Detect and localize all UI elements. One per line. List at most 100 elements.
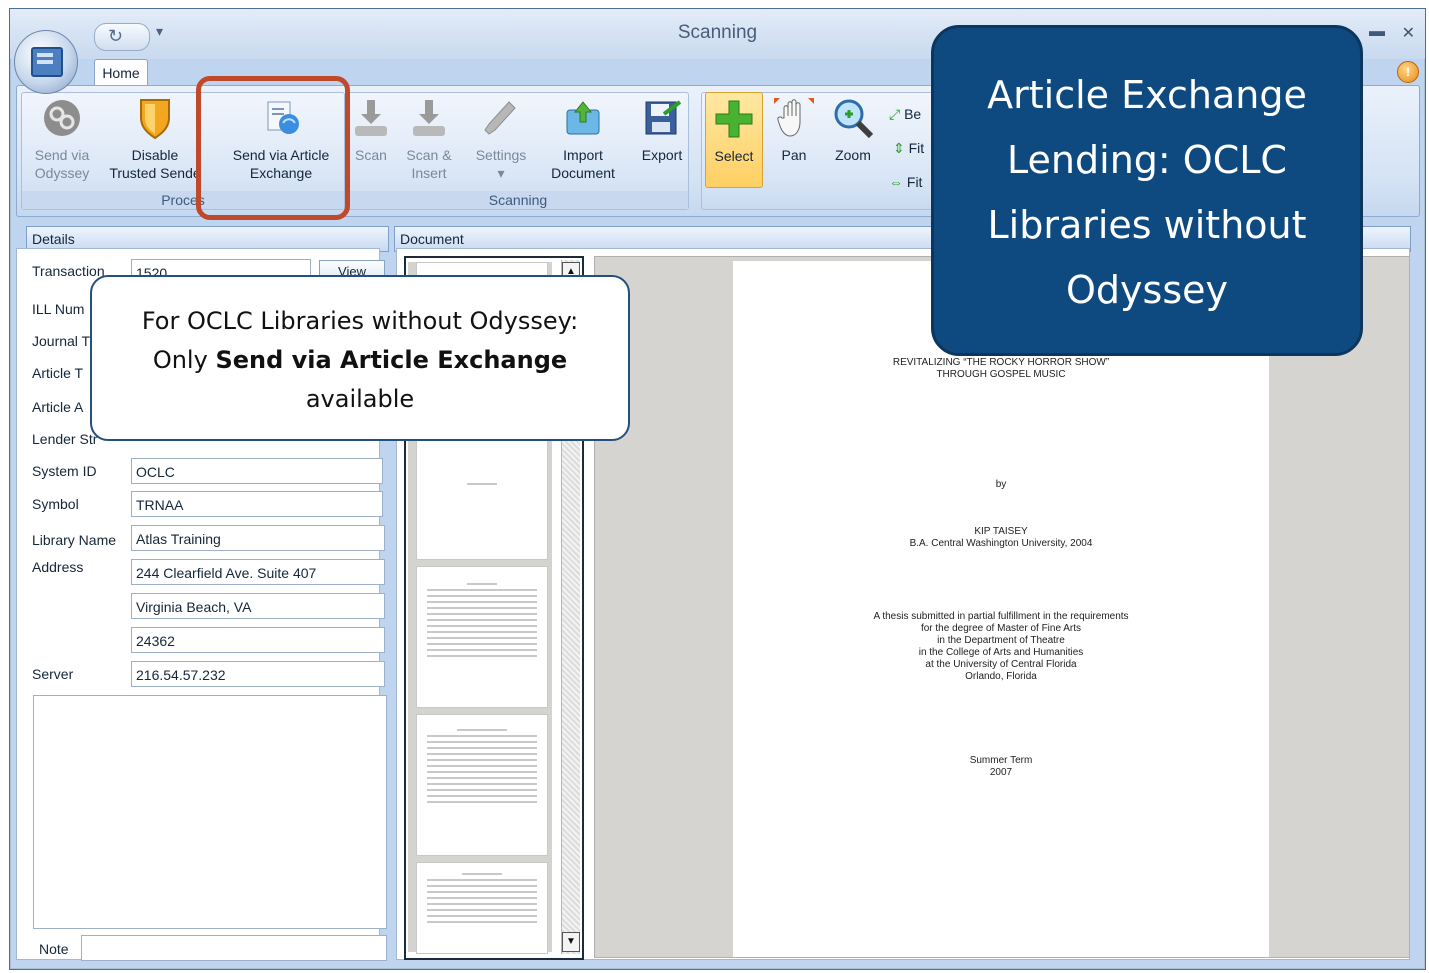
settings-label: Settings	[475, 147, 527, 163]
oclc-note-callout: For OCLC Libraries without Odyssey: Only…	[90, 275, 630, 441]
scan-insert-label-1: Scan &	[406, 147, 452, 163]
settings-button[interactable]: Settings ▾	[469, 96, 533, 182]
tab-home[interactable]: Home	[94, 59, 148, 86]
article-exchange-title-callout: Article Exchange Lending: OCLC Libraries…	[931, 25, 1363, 356]
lender-string-label: Lender Str	[32, 431, 98, 447]
document-page: REVITALIZING “THE ROCKY HORROR SHOW” THR…	[733, 261, 1269, 957]
scan-icon	[355, 100, 387, 136]
server-field[interactable]: 216.54.57.232	[131, 661, 385, 687]
scan-insert-button[interactable]: Scan & Insert	[399, 96, 459, 182]
odyssey-icon	[44, 100, 80, 136]
page-thumbnail[interactable]	[416, 422, 548, 560]
fit-height-label: Fit	[908, 140, 925, 156]
callout-right-line3: Libraries without	[987, 203, 1307, 247]
select-button[interactable]: Select	[705, 92, 763, 188]
page-term: Summer Term	[969, 755, 1033, 766]
best-fit-label: Be	[904, 106, 922, 122]
import-label-1: Import	[563, 147, 603, 163]
page-thumbnail[interactable]	[416, 862, 548, 954]
select-label: Select	[714, 148, 754, 164]
page-thesis-line6: Orlando, Florida	[965, 671, 1037, 682]
page-title-line1: REVITALIZING “THE ROCKY HORROR SHOW”	[892, 357, 1110, 368]
address-label: Address	[32, 559, 84, 575]
import-label-2: Document	[551, 165, 615, 181]
page-year: 2007	[989, 767, 1013, 778]
fit-width-icon: ⇔	[889, 174, 903, 190]
page-thumbnail[interactable]	[416, 714, 548, 856]
send-via-odyssey-label-2: Odyssey	[34, 165, 90, 181]
ill-number-label: ILL Num	[32, 301, 85, 317]
library-name-label: Library Name	[32, 532, 117, 548]
note-label: Note	[39, 941, 69, 957]
plus-icon	[715, 100, 753, 138]
article-author-label: Article A	[32, 399, 84, 415]
disable-trusted-label-1: Disable	[131, 147, 179, 163]
page-thesis-line5: at the University of Central Florida	[925, 659, 1077, 670]
article-title-label: Article T	[32, 365, 84, 381]
symbol-field[interactable]: TRNAA	[131, 491, 383, 517]
address-line3-field[interactable]: 24362	[131, 627, 385, 653]
page-author: KIP TAISEY	[974, 526, 1028, 537]
disable-trusted-sender-button[interactable]: Disable Trusted Sende	[103, 96, 207, 182]
export-label: Export	[641, 147, 683, 163]
page-thesis-line1: A thesis submitted in partial fulfillmen…	[873, 611, 1129, 622]
pan-button[interactable]: Pan	[769, 96, 819, 164]
send-via-odyssey-button[interactable]: Send via Odyssey	[29, 96, 95, 182]
page-title-line2: THROUGH GOSPEL MUSIC	[936, 369, 1066, 380]
close-icon[interactable]: ✕	[1402, 23, 1415, 43]
wrench-icon	[484, 101, 516, 135]
article-exchange-highlight	[196, 76, 350, 220]
send-via-odyssey-label-1: Send via	[34, 147, 90, 163]
journal-title-label: Journal T	[32, 333, 91, 349]
page-by: by	[995, 479, 1007, 490]
callout-right-line4: Odyssey	[1066, 268, 1228, 312]
address-line2-field[interactable]: Virginia Beach, VA	[131, 593, 385, 619]
page-thesis-line4: in the College of Arts and Humanities	[918, 647, 1084, 658]
magnifier-icon	[834, 99, 874, 139]
disable-trusted-label-2: Trusted Sende	[109, 165, 201, 181]
scan-button[interactable]: Scan	[349, 96, 393, 164]
page-thesis-line3: in the Department of Theatre	[937, 635, 1065, 646]
help-icon[interactable]: !	[1397, 61, 1419, 83]
page-degree: B.A. Central Washington University, 2004	[909, 538, 1093, 549]
page-thesis-line2: for the degree of Master of Fine Arts	[920, 623, 1082, 634]
import-icon	[566, 101, 600, 135]
settings-dropdown-icon[interactable]: ▾	[497, 165, 504, 181]
fit-height-button[interactable]: ⇕ Fit	[893, 140, 924, 157]
system-id-label: System ID	[32, 463, 97, 479]
app-logo-icon	[31, 47, 63, 77]
export-button[interactable]: Export	[631, 96, 693, 164]
pan-label: Pan	[781, 147, 807, 163]
best-fit-button[interactable]: ⤢ Be	[889, 106, 921, 123]
symbol-label: Symbol	[32, 496, 79, 512]
callout-right-line1: Article Exchange	[987, 73, 1307, 117]
note-field[interactable]	[81, 935, 387, 961]
zoom-label: Zoom	[835, 147, 871, 163]
callout-left-line1: For OCLC Libraries without Odyssey:	[141, 307, 579, 335]
system-id-field[interactable]: OCLC	[131, 458, 383, 484]
callout-left-line2-prefix: Only	[152, 346, 216, 374]
scroll-down-icon[interactable]: ▼	[562, 932, 580, 952]
notes-textarea[interactable]	[33, 695, 387, 929]
maximize-icon[interactable]: ▬	[1369, 23, 1385, 41]
fit-width-label: Fit	[906, 174, 923, 190]
fit-width-button[interactable]: ⇔ Fit	[889, 174, 922, 190]
zoom-button[interactable]: Zoom	[825, 96, 881, 164]
callout-left-line2-bold: Send via Article Exchange	[215, 346, 568, 374]
address-line1-field[interactable]: 244 Clearfield Ave. Suite 407	[131, 559, 385, 585]
page-preview[interactable]: REVITALIZING “THE ROCKY HORROR SHOW” THR…	[594, 256, 1410, 958]
save-icon	[645, 100, 682, 135]
shield-icon	[140, 99, 170, 140]
server-label: Server	[32, 666, 74, 682]
scanning-group-label: Scanning	[348, 191, 688, 209]
import-document-button[interactable]: Import Document	[543, 96, 623, 182]
scan-label: Scan	[355, 147, 387, 163]
transaction-label: Transaction	[32, 263, 105, 279]
page-thumbnail[interactable]	[416, 566, 548, 708]
library-name-field[interactable]: Atlas Training	[131, 525, 385, 551]
app-menu-button[interactable]	[14, 30, 78, 94]
callout-left-line3: available	[305, 385, 415, 413]
scan-insert-icon	[413, 100, 445, 136]
callout-right-line2: Lending: OCLC	[1007, 138, 1287, 182]
hand-icon	[774, 98, 814, 137]
